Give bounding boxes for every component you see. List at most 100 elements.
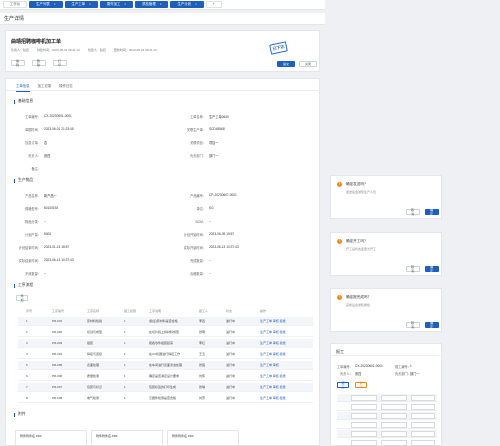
cell-perm: 1: [124, 319, 126, 323]
table-row: 2 PR-002 切割与成型 1 在切片机上将材料成型 张明 进行中 生产工单 审核 拒绝: [18, 328, 313, 337]
cell-who: 张强: [199, 363, 206, 367]
add-process-button[interactable]: 添加: [16, 294, 28, 302]
tab-close-icon[interactable]: ×: [160, 2, 162, 7]
cell-no: 5: [26, 363, 28, 367]
tab-close-icon[interactable]: ×: [54, 2, 56, 7]
attachment-card[interactable]: 附件附件名.PDF: [167, 430, 239, 446]
tab-5[interactable]: 生产计划 ×: [170, 1, 204, 8]
dialog-ok-button[interactable]: 确定: [425, 321, 439, 329]
cell-name: 表面处理: [87, 363, 100, 367]
product-value-5: --: [209, 219, 212, 223]
basic-label-8: 备注：: [31, 167, 41, 171]
report-select[interactable]: [351, 440, 377, 446]
dialog-cancel-button[interactable]: 取消: [406, 321, 420, 329]
table-row: 4 PR-004 焊接与连接 1 在UV机器进行焊接工作 王五 进行中 生产工单 审核 拒绝: [18, 350, 313, 359]
report-select[interactable]: [381, 422, 407, 428]
warning-icon: !: [337, 182, 342, 187]
report-dept-label: 负责部门：: [395, 372, 411, 376]
basic-value-2: 2023-06-01 21:23:45: [44, 127, 74, 131]
cell-perm: 1: [124, 374, 126, 378]
report-select[interactable]: [351, 413, 377, 419]
tab-divider: [6, 90, 321, 91]
edit-button[interactable]: 编辑: [11, 59, 25, 67]
basic-value-0: CX-20230601-0001: [44, 114, 72, 118]
cell-no: 1: [26, 319, 28, 323]
tab-label: 生产计划: [177, 2, 192, 6]
cell-name: 包装与标记: [87, 385, 103, 389]
report-select[interactable]: [351, 422, 377, 428]
product-value-6: 5000: [44, 232, 52, 236]
cell-who: 张琳: [199, 385, 206, 389]
report-row: [337, 403, 437, 411]
report-select[interactable]: [411, 440, 435, 446]
dialog-ok-button[interactable]: 确定: [425, 208, 439, 216]
cell-desc: 确定是否满足设计要求: [149, 374, 180, 378]
report-select[interactable]: [351, 395, 377, 401]
report-owner-label: 负责人：: [340, 372, 353, 376]
attachment-card[interactable]: 附件附件名.PDF: [15, 430, 87, 446]
cell-name: 切割与成型: [87, 330, 103, 334]
tab-close-icon[interactable]: ×: [124, 2, 126, 7]
column-header: 工序名称: [87, 309, 100, 313]
report-select[interactable]: [351, 431, 377, 437]
table-row: 5 PR-005 表面处理 1 在车间进行表面清洁处理 张强 进行中 生产工单 审核: [18, 361, 313, 370]
report-select[interactable]: [411, 395, 435, 401]
dialog-cancel-button[interactable]: 取消: [406, 208, 420, 216]
report-select[interactable]: [411, 413, 435, 419]
close-button[interactable]: 关闭: [299, 61, 317, 67]
cancel-report-button[interactable]: 取消: [355, 381, 367, 389]
row-actions[interactable]: 生产工单 审核: [260, 363, 279, 367]
cell-who: 王五: [199, 352, 206, 356]
report-select[interactable]: [411, 422, 435, 428]
report-select[interactable]: [381, 431, 407, 437]
report-select[interactable]: [381, 413, 407, 419]
report-button[interactable]: 报工: [337, 381, 349, 389]
product-label-1: 产品编号：: [190, 194, 206, 198]
section-product: 生产物品: [14, 178, 33, 183]
column-header: 操作: [260, 309, 267, 313]
basic-label-7: 负责部门：: [190, 154, 206, 158]
product-label-7: 计划开始时间：: [183, 233, 206, 237]
dialog-ok-button[interactable]: 确定: [425, 265, 439, 273]
tab-0[interactable]: 工作台: [3, 1, 28, 8]
cell-name: 焊接与连接: [87, 352, 103, 356]
attachment-card[interactable]: 附件附件名.PDF: [91, 430, 163, 446]
product-value-11: --: [209, 258, 212, 262]
submit-button[interactable]: 提交: [277, 61, 295, 67]
cell-status: 进行中: [226, 341, 236, 345]
tab-3[interactable]: 委外加工 ×: [99, 1, 134, 8]
tab-close-icon[interactable]: ×: [89, 2, 91, 7]
report-no-label: 报工编号：: [395, 365, 411, 369]
row-actions[interactable]: 生产工单 审核 拒绝: [260, 385, 286, 389]
add-tab-icon[interactable]: +: [205, 1, 222, 8]
tab-label: 工作台: [10, 2, 21, 6]
confirm-dialog: ! 确定发送吗？ 发送后会通知生产人员 取消 确定: [330, 175, 442, 219]
product-label-13: 合格数量：: [190, 272, 206, 276]
cell-name: 原材料检验: [87, 319, 103, 323]
row-actions[interactable]: 生产工单 审核 拒绝: [260, 330, 286, 334]
delete-button[interactable]: 删除: [32, 59, 46, 67]
report-row: [337, 421, 437, 429]
dialog-cancel-button[interactable]: 取消: [406, 265, 420, 273]
report-dept-value: 部门一: [410, 372, 420, 376]
tab-2[interactable]: 生产工单 ×: [64, 1, 98, 8]
report-select[interactable]: [381, 395, 407, 401]
report-select[interactable]: [351, 404, 377, 410]
row-actions[interactable]: 生产工单 审核 拒绝: [260, 341, 286, 345]
report-select[interactable]: [381, 440, 407, 446]
report-select[interactable]: [411, 404, 435, 410]
row-actions[interactable]: 生产工单 审核 拒绝: [260, 396, 286, 400]
print-button[interactable]: 打印: [53, 59, 67, 67]
product-label-3: 单位：: [196, 207, 206, 211]
tab-1[interactable]: 生产列表 ×: [29, 1, 63, 8]
report-select[interactable]: [381, 404, 407, 410]
cell-name: 电气检测: [87, 396, 100, 400]
report-select[interactable]: [411, 431, 435, 437]
row-actions[interactable]: 生产工单 审核 拒绝: [260, 374, 286, 378]
row-actions[interactable]: 生产工单 审核 拒绝: [260, 352, 286, 356]
tab-close-icon[interactable]: ×: [195, 2, 197, 7]
basic-label-4: 加急订单：: [25, 141, 41, 145]
row-actions[interactable]: 生产工单 审核 拒绝: [260, 319, 286, 323]
page-title: 生产详情: [0, 13, 325, 25]
tab-4[interactable]: 质检管理 ×: [135, 1, 169, 8]
